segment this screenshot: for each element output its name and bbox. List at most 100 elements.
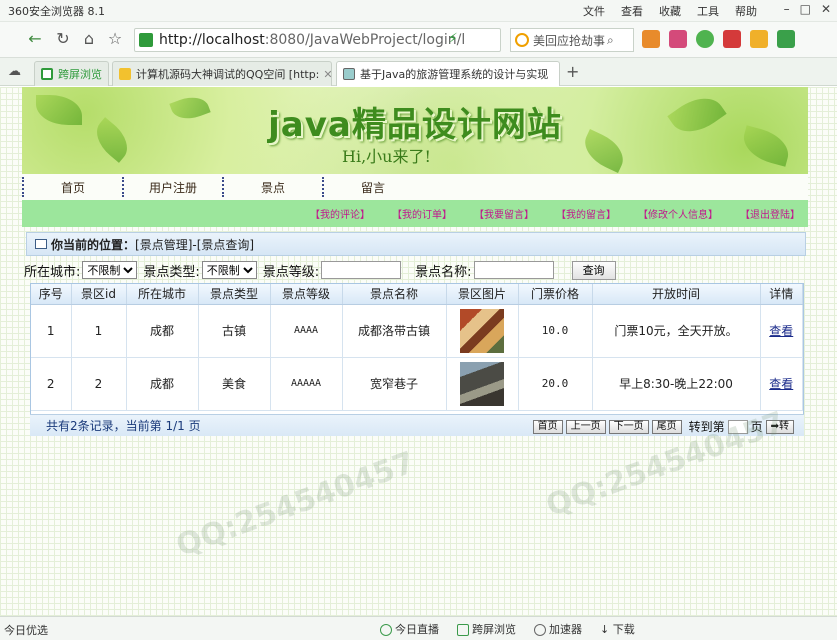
status-download[interactable]: ↓ 下载 [600, 621, 635, 637]
tab-label: 计算机源码大神调试的QQ空间 [http: [136, 68, 320, 81]
page-favicon-icon [343, 68, 355, 80]
menu-tools[interactable]: 工具 [697, 3, 719, 19]
next-page-button[interactable]: 下一页 [608, 419, 649, 434]
name-input[interactable] [473, 261, 554, 279]
table-row: 1 1 成都 古镇 AAAA 成都洛带古镇 10.0 门票10元，全天开放。 查… [31, 304, 803, 358]
breadcrumb: 你当前的位置： [景点管理]-[景点查询] [26, 232, 806, 256]
link-logout[interactable]: 【退出登陆】 [740, 206, 800, 221]
name-label: 景点名称: [415, 264, 472, 280]
first-page-button[interactable]: 首页 [532, 419, 563, 434]
site-title: java精品设计网站 [268, 105, 562, 145]
star-icon[interactable]: ☆ [104, 28, 126, 50]
lightning-icon[interactable]: ⚡ [448, 31, 458, 47]
col-image: 景区图片 [446, 284, 519, 305]
url-host: http://localhost [159, 32, 265, 48]
menu-help[interactable]: 帮助 [735, 3, 757, 19]
status-live[interactable]: 今日直播 [380, 621, 439, 637]
results-table: 序号 景区id 所在城市 景点类型 景点等级 景点名称 景区图片 门票价格 开放… [31, 284, 803, 411]
nav-register[interactable]: 用户注册 [124, 179, 222, 196]
status-cross-screen[interactable]: 跨屏浏览 [457, 621, 516, 637]
browser-menu: 文件 查看 收藏 工具 帮助 [583, 3, 757, 19]
refresh-icon[interactable]: ↻ [52, 28, 74, 50]
level-input[interactable] [321, 261, 402, 279]
site-subtitle: Hi,小u来了! [342, 147, 431, 166]
cell-id: 1 [71, 304, 127, 358]
last-page-button[interactable]: 尾页 [651, 419, 682, 434]
browser-app-title: 360安全浏览器 8.1 [8, 4, 105, 18]
search-button[interactable]: 查询 [571, 260, 616, 280]
site-banner: java精品设计网站 Hi,小u来了! [22, 87, 808, 174]
cell-seq: 2 [31, 357, 72, 411]
page-unit-label: 页 [750, 420, 763, 434]
col-price: 门票价格 [518, 284, 593, 305]
status-live-label: 今日直播 [395, 623, 439, 636]
tab-qq-space[interactable]: 计算机源码大神调试的QQ空间 [http: ✕ [112, 61, 332, 86]
nav-home[interactable]: 首页 [24, 179, 122, 196]
cell-hours: 早上8:30-晚上22:00 [592, 357, 761, 411]
currency-icon[interactable] [696, 30, 714, 48]
cell-image [446, 357, 519, 411]
city-label: 所在城市: [24, 264, 81, 280]
search-input[interactable]: 美回应抢劫事 ⌕ [510, 28, 634, 52]
status-accel-label: 加速器 [549, 623, 582, 636]
cell-type: 美食 [198, 357, 271, 411]
browser-statusbar: 今日优选 今日直播 跨屏浏览 加速器 ↓ 下载 [0, 616, 837, 640]
extension-icon[interactable] [669, 30, 687, 48]
home-icon[interactable]: ⌂ [78, 28, 100, 50]
view-detail-link[interactable]: 查看 [769, 377, 793, 391]
link-leave-message[interactable]: 【我要留言】 [474, 206, 534, 221]
link-my-comments[interactable]: 【我的评论】 [310, 206, 370, 221]
menu-view[interactable]: 查看 [621, 3, 643, 19]
menu-favorites[interactable]: 收藏 [659, 3, 681, 19]
city-select[interactable]: 不限制 [82, 261, 138, 279]
scenic-photo[interactable] [460, 308, 504, 353]
menu-icon[interactable] [777, 30, 795, 48]
table-header-row: 序号 景区id 所在城市 景点类型 景点等级 景点名称 景区图片 门票价格 开放… [31, 284, 803, 305]
col-seq: 序号 [31, 284, 72, 305]
nav-message[interactable]: 留言 [324, 179, 422, 196]
goto-button[interactable]: ➡转 [765, 419, 794, 434]
back-icon[interactable]: ← [24, 28, 46, 50]
search-filter: 所在城市: 不限制 景点类型: 不限制 景点等级: 景点名称: 查询 [24, 259, 824, 281]
breadcrumb-path: [景点管理]-[景点查询] [135, 237, 255, 252]
security-shield-icon [139, 33, 153, 47]
status-left[interactable]: 今日优选 [4, 622, 48, 638]
cell-name: 成都洛带古镇 [342, 304, 447, 358]
link-edit-profile[interactable]: 【修改个人信息】 [638, 206, 718, 221]
search-engine-icon [515, 33, 529, 47]
status-items: 今日直播 跨屏浏览 加速器 ↓ 下载 [380, 621, 635, 637]
col-type: 景点类型 [198, 284, 271, 305]
nav-scenic[interactable]: 景点 [224, 179, 322, 196]
cell-city: 成都 [126, 304, 199, 358]
col-hours: 开放时间 [592, 284, 761, 305]
gift-icon[interactable] [750, 30, 768, 48]
pagination: 共有2条记录，当前第 1/1 页 首页 上一页 下一页 尾页 转到第 页 ➡转 [30, 414, 804, 436]
status-accelerator[interactable]: 加速器 [534, 621, 582, 637]
link-my-orders[interactable]: 【我的订单】 [392, 206, 452, 221]
rocket-icon [534, 624, 546, 636]
link-my-messages[interactable]: 【我的留言】 [556, 206, 616, 221]
menu-file[interactable]: 文件 [583, 3, 605, 19]
url-input[interactable]: http://localhost:8080/JavaWebProject/log… [134, 28, 501, 52]
type-label: 景点类型: [143, 264, 200, 280]
window-controls: – □ ✕ [784, 2, 831, 16]
close-icon[interactable]: ✕ [821, 2, 831, 16]
cell-level: AAAAA [270, 357, 343, 411]
tab-cross-screen[interactable]: 跨屏浏览 [34, 61, 109, 86]
new-tab-icon[interactable]: + [566, 62, 579, 81]
minimize-icon[interactable]: – [784, 2, 790, 16]
scenic-photo[interactable] [460, 361, 504, 406]
view-detail-link[interactable]: 查看 [769, 324, 793, 338]
search-icon[interactable]: ⌕ [607, 33, 614, 48]
tab-label: 基于Java的旅游管理系统的设计与实现 [360, 68, 549, 81]
translate-icon[interactable] [723, 30, 741, 48]
browser-titlebar: 360安全浏览器 8.1 文件 查看 收藏 工具 帮助 – □ ✕ [0, 0, 837, 22]
maximize-icon[interactable]: □ [800, 2, 811, 16]
type-select[interactable]: 不限制 [201, 261, 257, 279]
tab-travel-system[interactable]: 基于Java的旅游管理系统的设计与实现 [336, 61, 560, 86]
prev-page-button[interactable]: 上一页 [565, 419, 606, 434]
apps-icon[interactable] [642, 30, 660, 48]
cloud-icon[interactable]: ☁ [8, 64, 21, 79]
page-number-input[interactable] [727, 419, 748, 434]
tab-close-icon[interactable]: ✕ [319, 68, 331, 81]
